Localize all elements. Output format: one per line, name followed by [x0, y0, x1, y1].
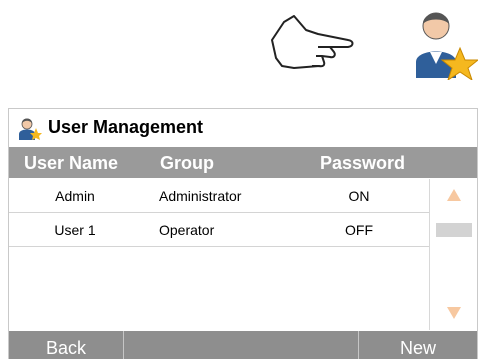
- table-row[interactable]: Admin Administrator ON: [9, 179, 429, 213]
- table-row[interactable]: User 1 Operator OFF: [9, 213, 429, 247]
- cell-group: Operator: [159, 222, 215, 238]
- new-button-label: New: [399, 338, 436, 358]
- pointing-hand-icon: [271, 15, 354, 69]
- cell-password: ON: [348, 188, 370, 204]
- cell-user-name: Admin: [55, 188, 95, 204]
- table-header: User Name Group Password: [9, 147, 477, 178]
- scroll-thumb[interactable]: [436, 223, 472, 237]
- column-header-password: Password: [320, 153, 406, 173]
- scrollbar[interactable]: [429, 179, 478, 330]
- user-star-icon: [416, 12, 478, 80]
- page-title: User Management: [48, 117, 204, 137]
- title-bar: User Management: [9, 109, 477, 146]
- user-table: Admin Administrator ON User 1 Operator O…: [9, 179, 429, 247]
- cell-group: Administrator: [159, 188, 242, 204]
- cell-password: OFF: [345, 222, 373, 238]
- new-user-button[interactable]: New: [358, 331, 477, 359]
- cell-user-name: User 1: [54, 222, 96, 238]
- back-button[interactable]: Back: [9, 331, 124, 359]
- back-button-label: Back: [45, 338, 87, 358]
- user-management-panel: User Management User Name Group Password…: [8, 108, 478, 359]
- scroll-up-arrow-icon[interactable]: [447, 189, 461, 201]
- user-management-icon: [19, 118, 42, 140]
- scroll-down-arrow-icon[interactable]: [447, 307, 461, 319]
- column-header-user-name: User Name: [24, 153, 119, 173]
- column-header-group: Group: [160, 153, 214, 173]
- footer-bar: Back New: [9, 331, 477, 359]
